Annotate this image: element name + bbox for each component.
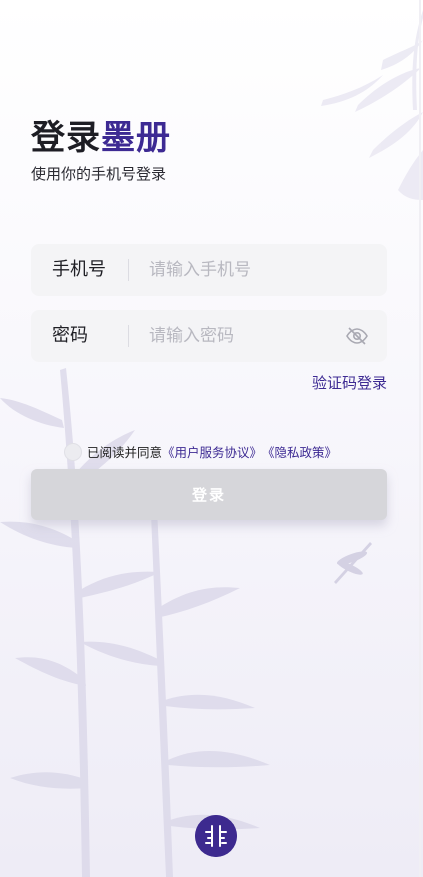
agreement-checkbox[interactable]	[64, 442, 82, 461]
terms-link[interactable]: 《用户服务协议》	[162, 442, 262, 461]
dragonfly-decoration	[334, 542, 372, 584]
bamboo-decoration-top	[321, 10, 423, 200]
field-divider	[128, 259, 129, 281]
title-login: 登录	[31, 118, 101, 158]
login-button[interactable]: 登录	[31, 469, 387, 520]
agreement-text: 已阅读并同意	[87, 445, 163, 460]
sms-code-login-link[interactable]: 验证码登录	[312, 372, 387, 393]
phone-label: 手机号	[52, 259, 106, 280]
password-field[interactable]: 密码	[31, 310, 387, 362]
phone-input[interactable]	[149, 244, 349, 296]
field-divider	[128, 325, 129, 347]
password-input[interactable]	[149, 310, 349, 362]
bamboo-decoration-bottom	[0, 368, 270, 877]
title-brand: 墨册	[101, 118, 171, 158]
phone-field[interactable]: 手机号	[31, 244, 387, 296]
page-subtitle: 使用你的手机号登录	[31, 165, 167, 183]
eye-hidden-icon[interactable]	[345, 324, 369, 348]
agreement-row: 已阅读并同意 《用户服务协议》 《隐私政策》	[64, 442, 337, 461]
password-label: 密码	[52, 325, 88, 346]
privacy-link[interactable]: 《隐私政策》	[262, 442, 337, 461]
app-logo	[195, 815, 237, 857]
page-title: 登录墨册	[31, 116, 171, 160]
login-screen: 登录墨册 使用你的手机号登录 手机号 密码 验证码登录 已阅读并同意 《用户服务…	[0, 0, 423, 877]
scroll-edge	[419, 0, 421, 877]
